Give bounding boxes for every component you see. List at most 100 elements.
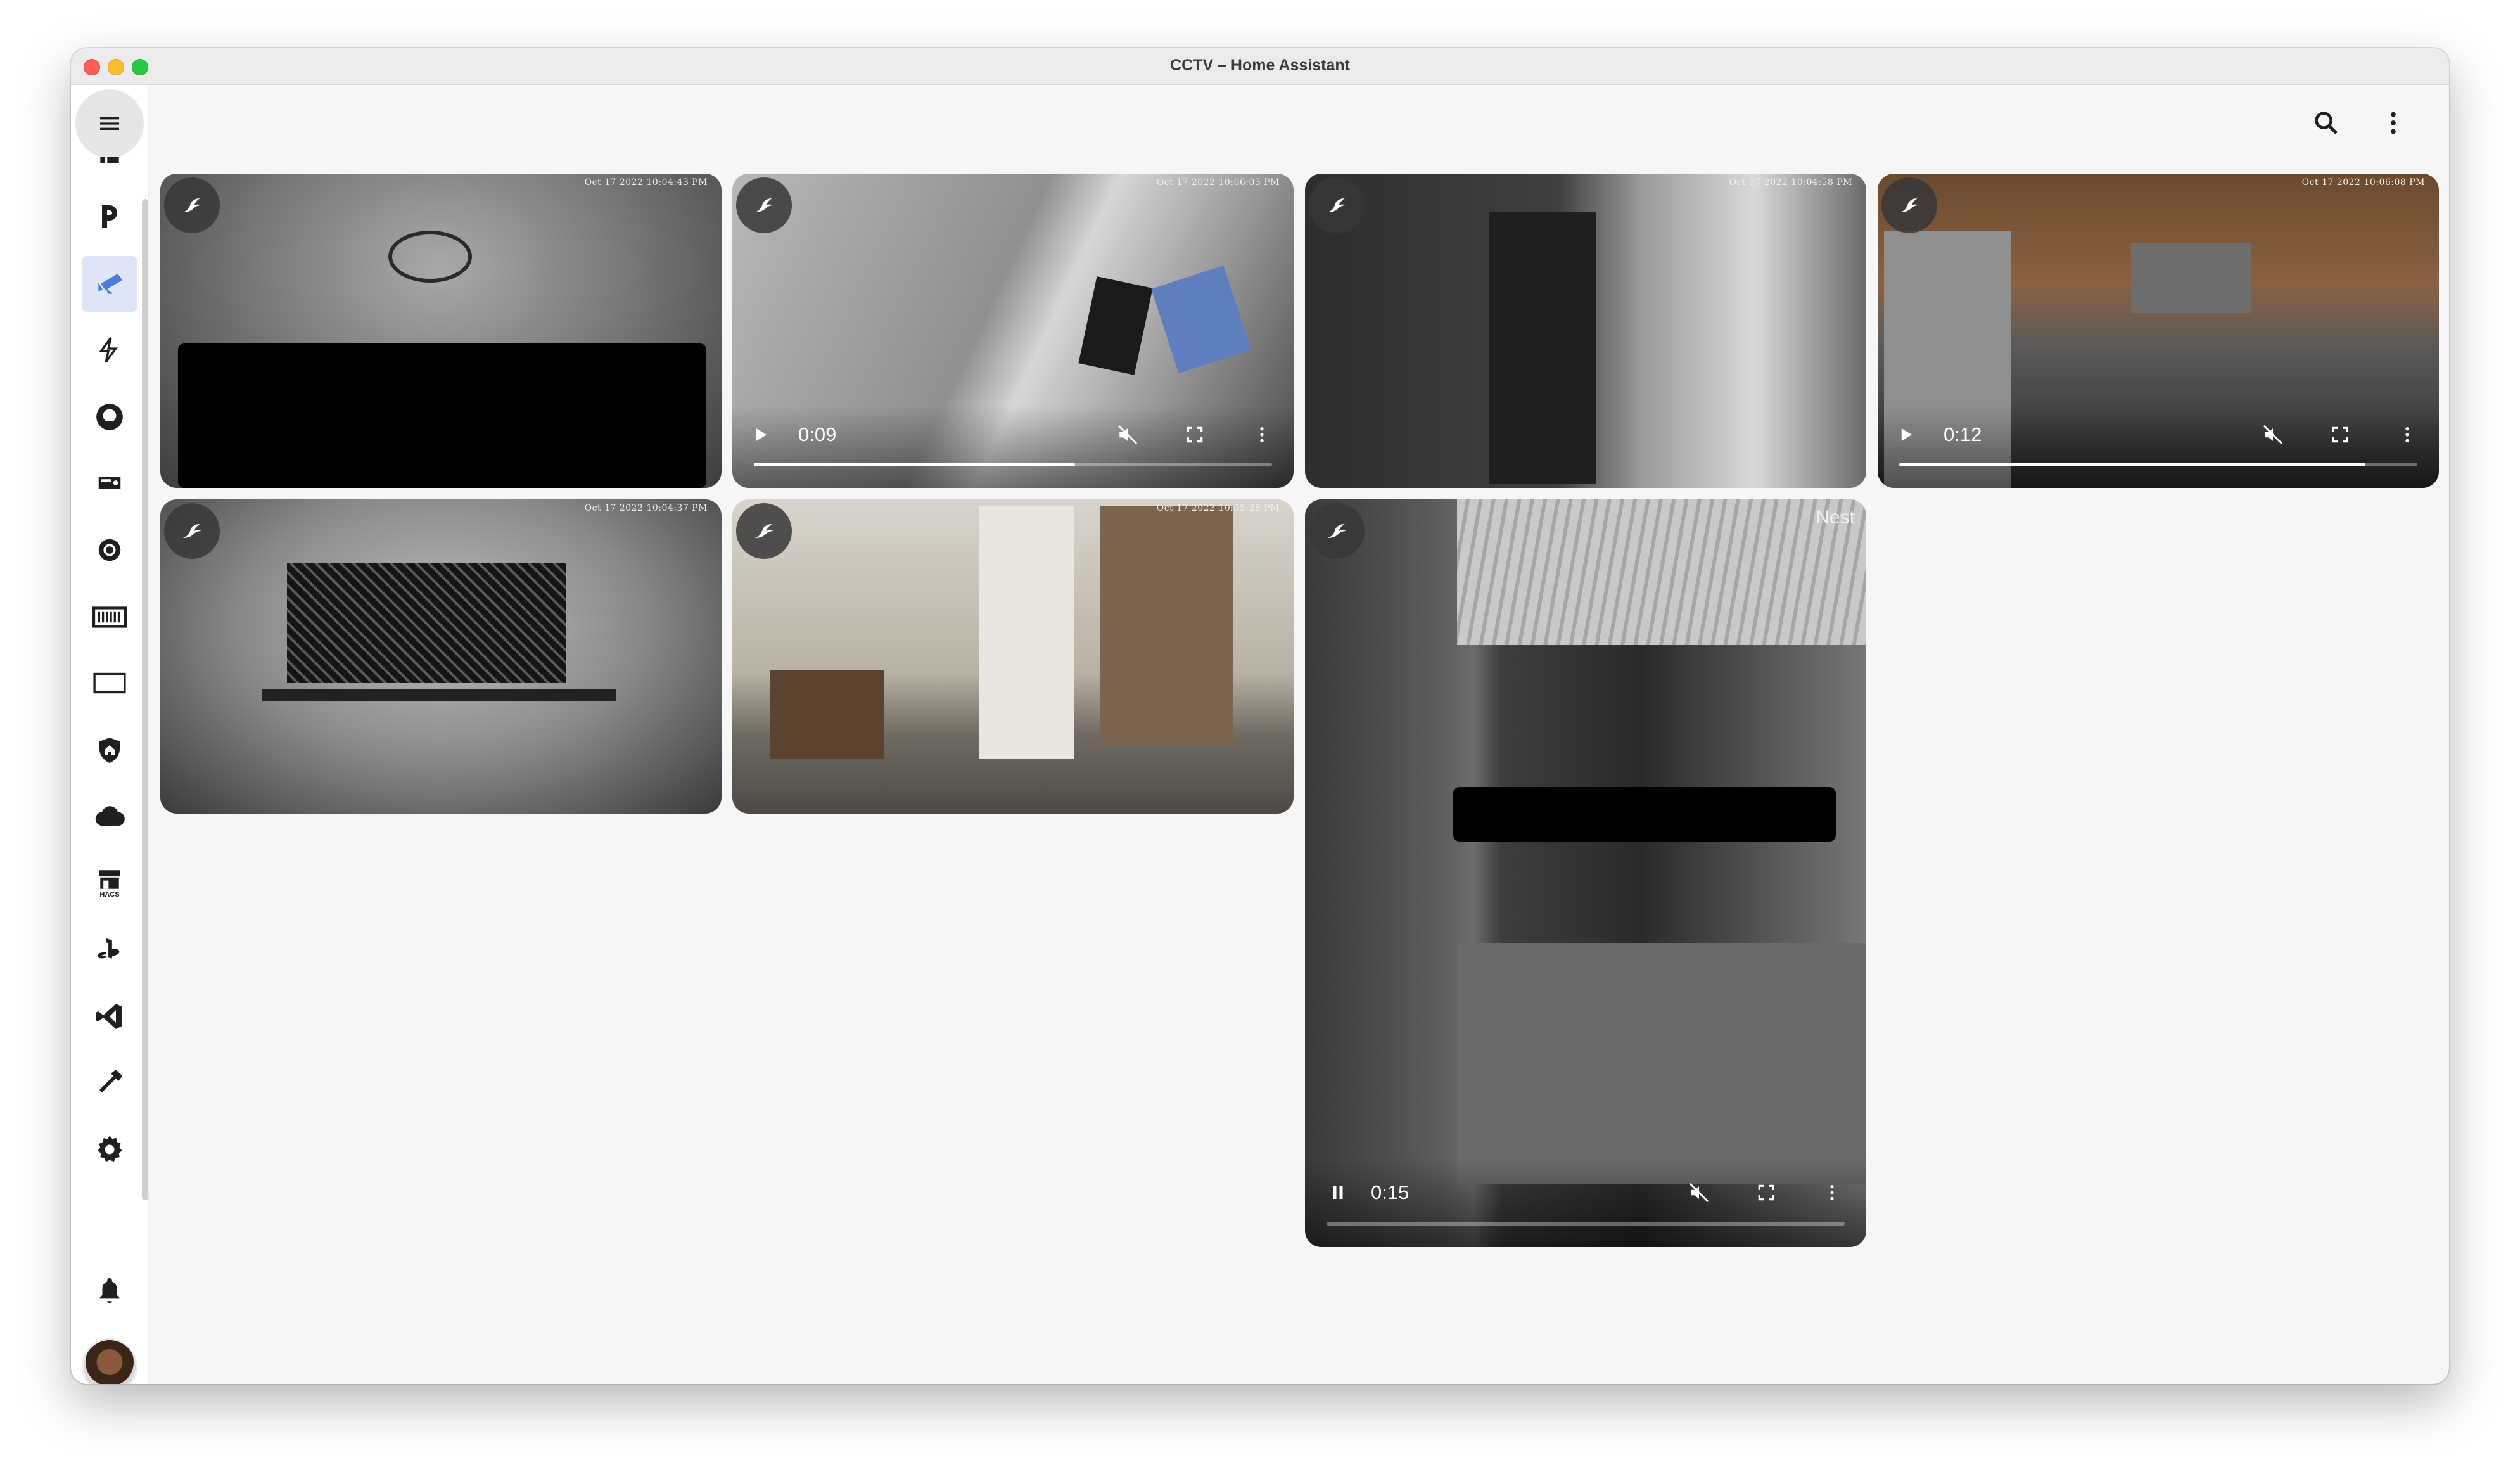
camera-timestamp: Oct 17 2022 10:04:58 PM bbox=[1729, 177, 1852, 188]
hacs-icon bbox=[99, 870, 120, 889]
playstation-icon bbox=[97, 938, 120, 959]
sidebar-item-hammer[interactable] bbox=[82, 1054, 137, 1110]
title-bar: CCTV – Home Assistant bbox=[71, 48, 2449, 85]
sidebar-item-partial[interactable] bbox=[82, 156, 137, 171]
sidebar: HACS bbox=[71, 85, 149, 1384]
app-window: CCTV – Home Assistant HACS Oct 17 2022 1… bbox=[71, 48, 2449, 1384]
play-icon bbox=[756, 428, 767, 441]
video-controls: 0:15 bbox=[1305, 1158, 1866, 1247]
video-controls: 0:12 bbox=[1878, 406, 2439, 488]
bird-logo-icon bbox=[1327, 198, 1346, 212]
sidebar-item-github[interactable] bbox=[82, 389, 137, 445]
video-more-button[interactable] bbox=[2395, 422, 2420, 447]
fullscreen-button[interactable] bbox=[2327, 422, 2353, 447]
bird-logo-icon bbox=[754, 524, 773, 538]
bird-logo-icon bbox=[182, 524, 201, 538]
search-button[interactable] bbox=[2308, 105, 2344, 141]
sidebar-menu-button[interactable] bbox=[75, 89, 144, 158]
camera-brand-badge bbox=[1309, 503, 1365, 559]
video-more-button[interactable] bbox=[1819, 1180, 1845, 1205]
camera-card[interactable]: Oct 17 2022 10:04:43 PM bbox=[160, 174, 722, 488]
sidebar-item-media[interactable] bbox=[82, 455, 137, 511]
window-title: CCTV – Home Assistant bbox=[1170, 56, 1350, 74]
camera-card[interactable]: Oct 17 2022 10:04:58 PM bbox=[1305, 174, 1866, 488]
sidebar-item-keyboard[interactable] bbox=[82, 589, 137, 645]
fullscreen-button[interactable] bbox=[1753, 1180, 1779, 1205]
sidebar-item-monitor[interactable] bbox=[82, 655, 137, 711]
video-controls: 0:09 bbox=[732, 406, 1294, 488]
user-avatar[interactable] bbox=[82, 1338, 137, 1384]
camera-brand-badge bbox=[736, 503, 792, 559]
fullscreen-button[interactable] bbox=[1182, 422, 1207, 447]
hammer-icon bbox=[99, 1070, 122, 1092]
pause-icon bbox=[1333, 1186, 1343, 1199]
video-progress-fill bbox=[754, 463, 1076, 466]
fullscreen-icon bbox=[1758, 1184, 1774, 1201]
video-progress[interactable] bbox=[754, 463, 1272, 466]
sidebar-item-settings[interactable] bbox=[82, 1122, 137, 1177]
camera-card[interactable]: Oct 17 2022 10:06:08 PM 0:12 bbox=[1878, 174, 2439, 488]
github-icon bbox=[96, 404, 123, 430]
sidebar-item-cloud[interactable] bbox=[82, 788, 137, 844]
camera-card[interactable]: Oct 17 2022 10:06:03 PM 0:09 bbox=[732, 174, 1294, 488]
sidebar-item-lightning[interactable] bbox=[82, 322, 137, 378]
camera-timestamp: Oct 17 2022 10:04:43 PM bbox=[584, 177, 708, 188]
camera-timestamp: Oct 17 2022 10:06:08 PM bbox=[2301, 177, 2425, 188]
camera-timestamp: Oct 17 2022 10:06:03 PM bbox=[1156, 177, 1280, 188]
play-button[interactable] bbox=[748, 422, 773, 447]
cctv-icon bbox=[98, 274, 123, 294]
media-player-icon bbox=[98, 477, 121, 489]
bird-logo-icon bbox=[754, 198, 773, 212]
notifications-button[interactable] bbox=[82, 1262, 137, 1318]
sidebar-item-hacs[interactable]: HACS bbox=[82, 855, 137, 911]
hacs-label: HACS bbox=[99, 891, 120, 899]
play-icon bbox=[1901, 428, 1912, 441]
play-button[interactable] bbox=[1893, 422, 1918, 447]
mute-button[interactable] bbox=[2260, 422, 2286, 447]
camera-card[interactable]: Oct 17 2022 10:05:28 PM bbox=[732, 499, 1294, 814]
sidebar-scrollbar[interactable] bbox=[142, 199, 148, 1200]
video-progress[interactable] bbox=[1327, 1222, 1845, 1226]
bird-logo-icon bbox=[182, 198, 201, 212]
monitor-icon bbox=[93, 672, 126, 694]
sidebar-item-shield[interactable] bbox=[82, 722, 137, 778]
sidebar-item-vscode[interactable] bbox=[82, 989, 137, 1044]
fullscreen-icon bbox=[1187, 426, 1203, 443]
camera-brand-badge bbox=[164, 503, 220, 559]
cloud-icon bbox=[95, 806, 125, 826]
camera-card[interactable]: Oct 17 2022 10:04:37 PM bbox=[160, 499, 722, 814]
fullscreen-icon bbox=[2332, 426, 2348, 443]
bell-icon bbox=[99, 1277, 120, 1304]
camera-timestamp: Oct 17 2022 10:05:28 PM bbox=[1156, 503, 1280, 513]
mute-button[interactable] bbox=[1686, 1180, 1712, 1205]
settings-icon bbox=[98, 1136, 122, 1162]
video-time: 0:09 bbox=[798, 423, 837, 445]
camera-brand-badge bbox=[1309, 177, 1365, 233]
more-options-button[interactable] bbox=[2376, 105, 2411, 141]
pause-button[interactable] bbox=[1325, 1180, 1351, 1205]
video-time: 0:15 bbox=[1371, 1181, 1410, 1203]
sidebar-item-cctv[interactable] bbox=[82, 256, 137, 312]
mute-button[interactable] bbox=[1115, 422, 1140, 447]
search-icon bbox=[2315, 112, 2338, 135]
volume-off-icon bbox=[1689, 1182, 1709, 1203]
sidebar-item-plex[interactable] bbox=[82, 189, 137, 245]
sidebar-item-playstation[interactable] bbox=[82, 921, 137, 977]
video-more-button[interactable] bbox=[1249, 422, 1275, 447]
redaction-block bbox=[178, 343, 706, 488]
partial-top-icon bbox=[100, 157, 119, 163]
camera-brand-label: Nest bbox=[1816, 507, 1855, 528]
video-progress[interactable] bbox=[1899, 463, 2417, 466]
redaction-block bbox=[1453, 787, 1836, 842]
bird-logo-icon bbox=[1327, 524, 1346, 538]
sidebar-item-record[interactable] bbox=[82, 522, 137, 578]
dots-vertical-icon bbox=[1260, 427, 1264, 442]
hamburger-menu-icon bbox=[100, 117, 119, 130]
camera-card[interactable]: Nest 0:15 bbox=[1305, 499, 1866, 1247]
camera-brand-badge bbox=[736, 177, 792, 233]
volume-off-icon bbox=[2263, 425, 2283, 445]
camera-brand-badge bbox=[164, 177, 220, 233]
plex-icon bbox=[102, 205, 117, 228]
video-time: 0:12 bbox=[1944, 423, 1982, 445]
shield-home-icon bbox=[99, 738, 120, 763]
